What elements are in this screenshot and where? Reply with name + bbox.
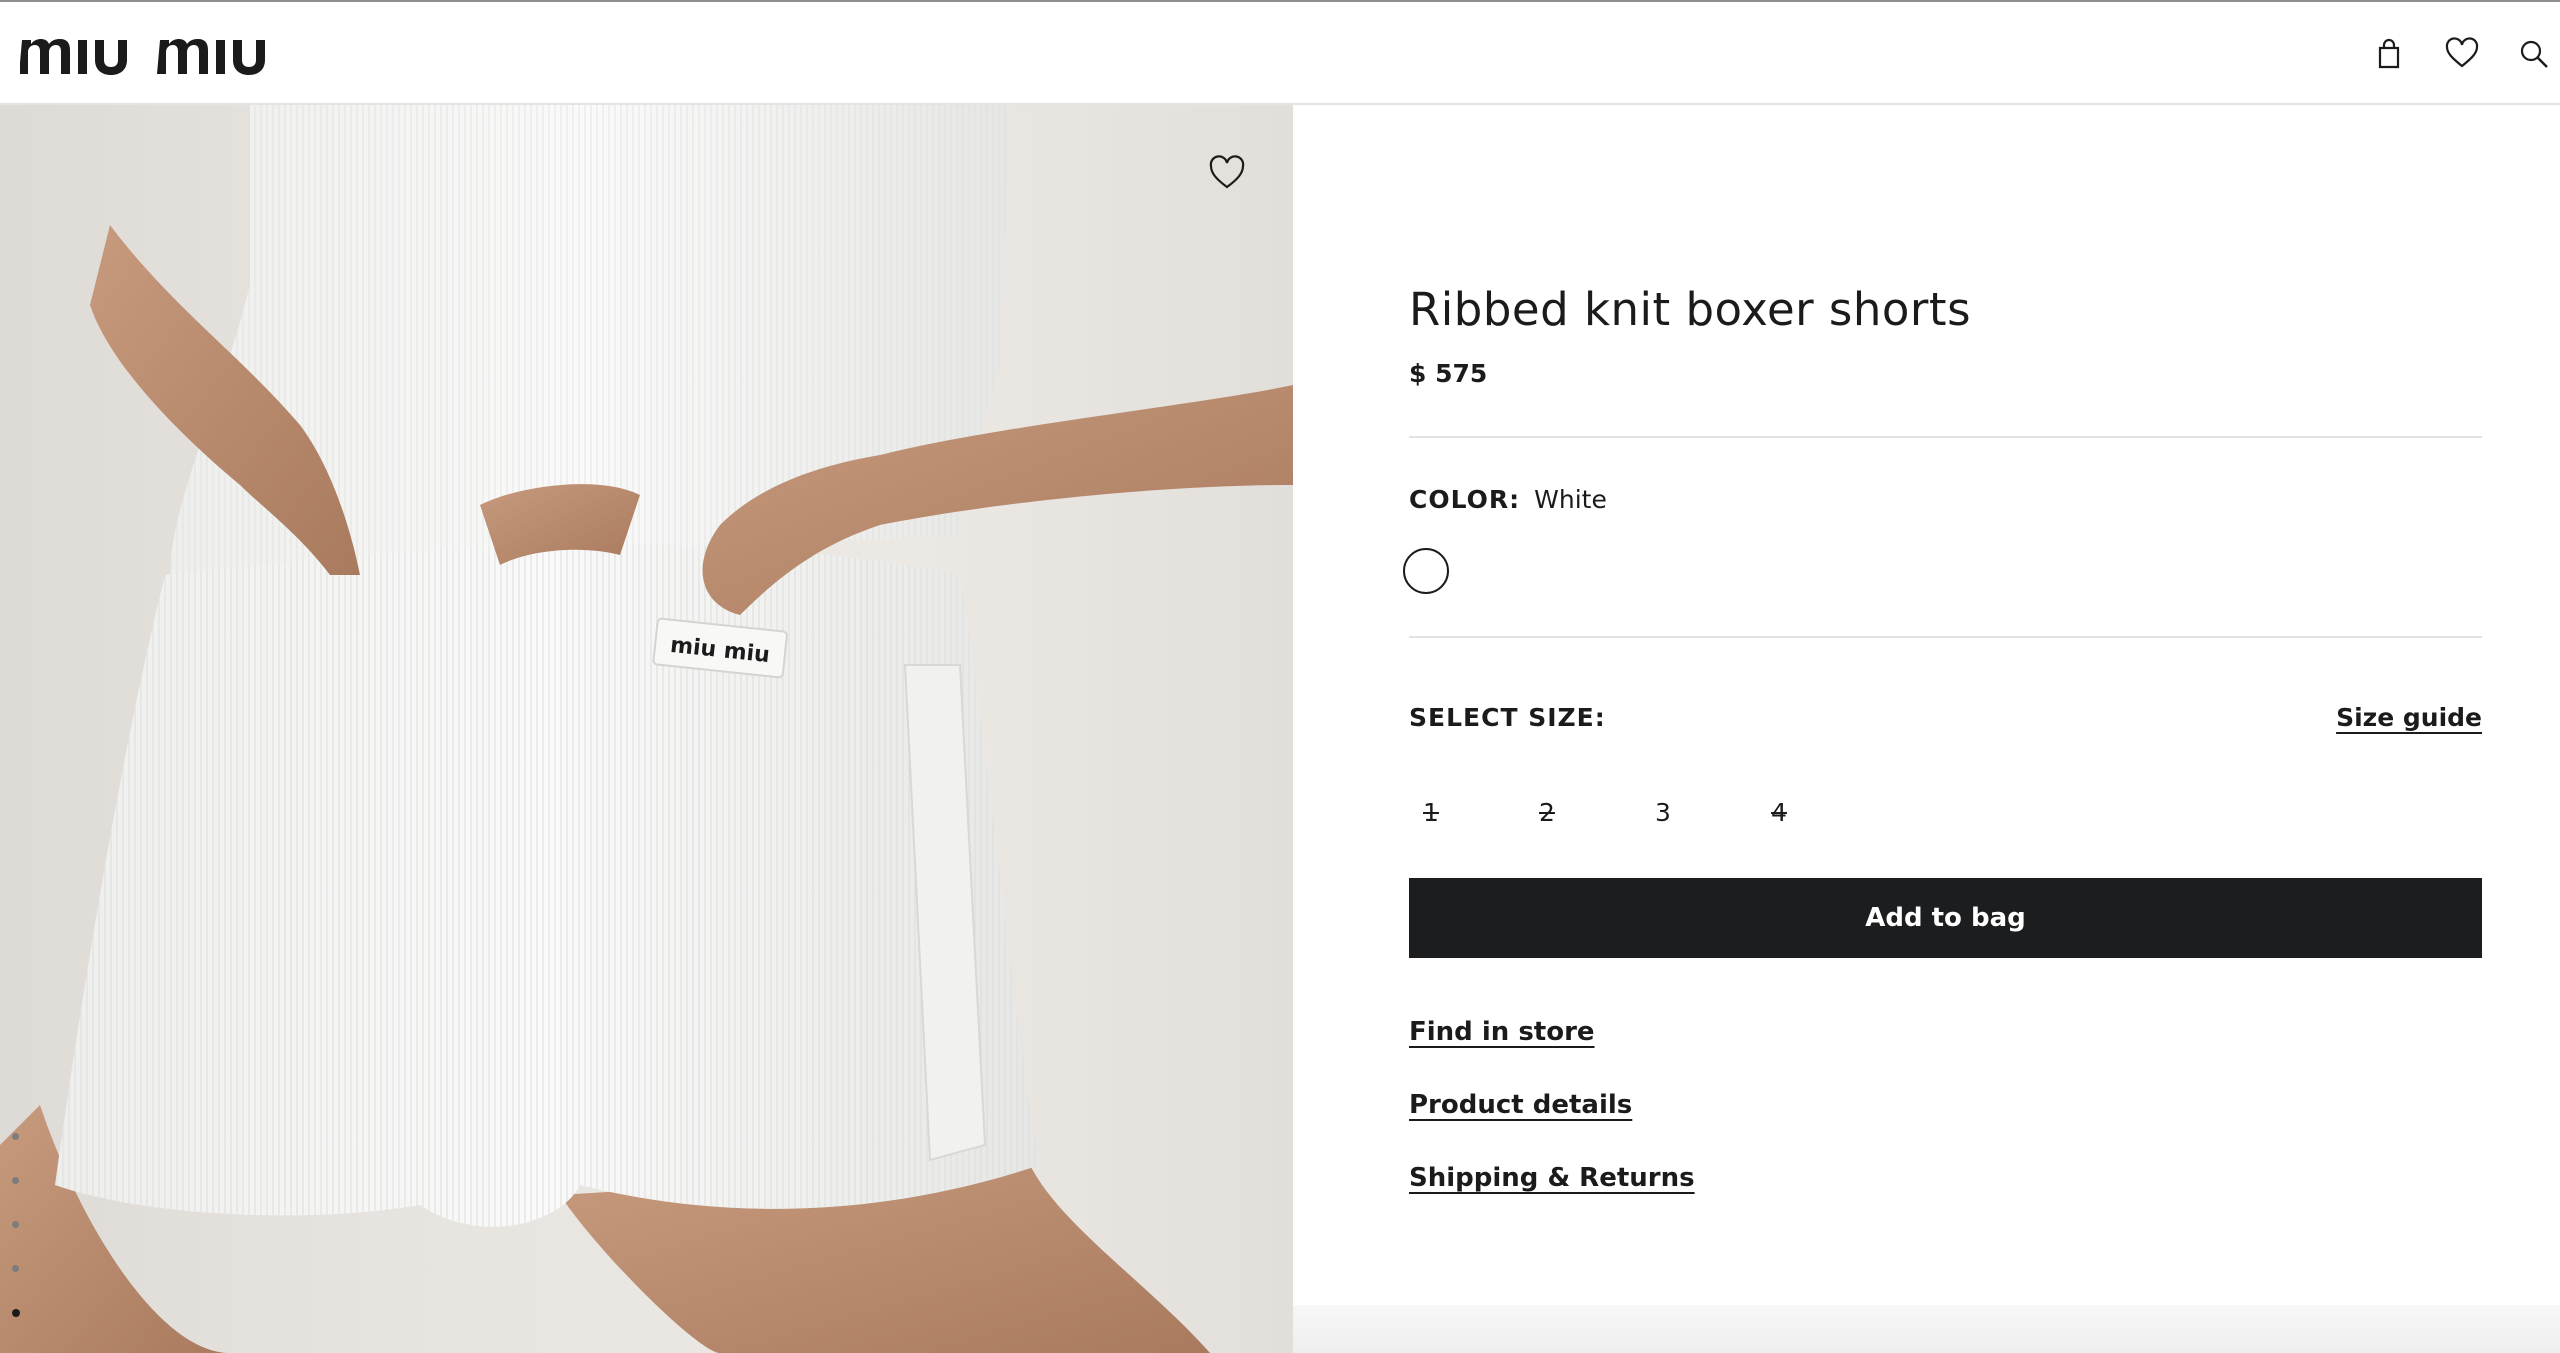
search-icon[interactable] [2516, 36, 2552, 72]
wishlist-heart-icon[interactable] [2444, 36, 2480, 72]
gallery-dot[interactable] [12, 1133, 19, 1140]
size-option-1[interactable]: 1 [1401, 783, 1461, 843]
shipping-returns-link[interactable]: Shipping & Returns [1409, 1163, 1695, 1193]
shopping-bag-icon[interactable] [2371, 36, 2407, 72]
product-details-panel: Ribbed knit boxer shorts $ 575 COLOR: Whi… [1293, 105, 2560, 1353]
size-option-3[interactable]: 3 [1633, 783, 1693, 843]
size-guide-link[interactable]: Size guide [2336, 703, 2482, 732]
product-price: $ 575 [1409, 359, 1488, 388]
product-details-link[interactable]: Product details [1409, 1090, 1632, 1120]
product-photo: miu miu [0, 105, 1293, 1353]
product-image-gallery[interactable]: miu miu [0, 105, 1293, 1353]
color-value: White [1534, 485, 1607, 514]
color-selector-label: COLOR: White [1409, 485, 1607, 514]
image-wishlist-heart-icon[interactable] [1205, 151, 1249, 195]
color-label: COLOR: [1409, 485, 1521, 514]
gallery-dot-active[interactable] [12, 1309, 20, 1317]
color-swatch-white[interactable] [1403, 548, 1449, 594]
gallery-dot[interactable] [12, 1265, 19, 1272]
gallery-dot[interactable] [12, 1177, 19, 1184]
size-option-2[interactable]: 2 [1517, 783, 1577, 843]
size-option-4[interactable]: 4 [1749, 783, 1809, 843]
gallery-pagination [12, 1133, 26, 1353]
lower-section-edge [1293, 1305, 2560, 1353]
add-to-bag-button[interactable]: Add to bag [1409, 878, 2482, 958]
site-header [0, 0, 2560, 105]
product-title: Ribbed knit boxer shorts [1409, 283, 1972, 336]
divider [1409, 636, 2482, 638]
divider [1409, 436, 2482, 438]
find-in-store-link[interactable]: Find in store [1409, 1017, 1595, 1047]
gallery-dot[interactable] [12, 1221, 19, 1228]
size-label: SELECT SIZE: [1409, 703, 1606, 732]
brand-logo[interactable] [19, 32, 290, 76]
